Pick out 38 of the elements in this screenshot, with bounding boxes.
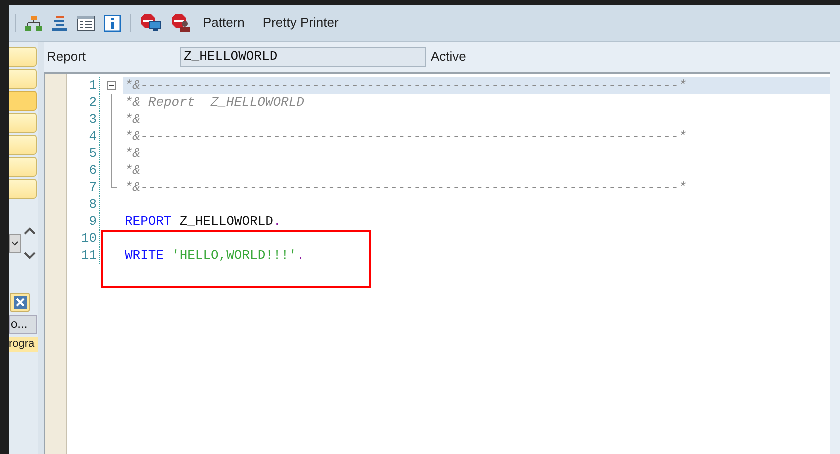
close-icon <box>14 296 26 309</box>
collapse-icon[interactable] <box>107 81 116 90</box>
line-number: 9 <box>88 213 98 230</box>
code-line: *& Report Z_HELLOWORLD <box>124 94 306 111</box>
info-icon[interactable] <box>104 14 121 32</box>
dropdown-button[interactable] <box>9 234 21 253</box>
toolbar-button[interactable]: Pretty Printer <box>262 13 339 33</box>
report-name-field[interactable]: Z_HELLOWORLD <box>180 47 426 67</box>
stop-sign-person-icon[interactable] <box>171 14 191 32</box>
line-number: 11 <box>80 247 98 264</box>
line-number: 7 <box>88 179 98 196</box>
stop-sign-monitor-icon[interactable] <box>140 14 162 32</box>
code-line: *& <box>124 145 142 162</box>
hierarchy-icon[interactable] <box>25 14 42 32</box>
code-line: *&---------------------------------------------------------------------* <box>124 128 688 145</box>
close-button[interactable] <box>10 293 30 312</box>
caret-icon <box>12 241 18 246</box>
line-number: 10 <box>80 230 98 247</box>
truncated-button[interactable]: o... <box>9 315 37 334</box>
line-number: 2 <box>88 94 98 111</box>
code-line: *& <box>124 111 142 128</box>
form-icon[interactable] <box>77 16 95 30</box>
scroll-arrows-icon[interactable] <box>24 226 36 262</box>
toolbar-button[interactable]: Pattern <box>203 13 245 33</box>
code-line: *& <box>124 162 142 179</box>
truncated-label[interactable]: rogra <box>9 337 38 352</box>
code-line: REPORT Z_HELLOWORLD. <box>124 213 282 230</box>
text-lines-icon[interactable] <box>51 14 68 32</box>
code-line: WRITE 'HELLO,WORLD!!!'. <box>124 247 306 264</box>
line-number: 5 <box>88 145 98 162</box>
line-number: 6 <box>88 162 98 179</box>
code-line: *&---------------------------------------------------------------------* <box>124 179 688 196</box>
status-text: Active <box>431 48 466 66</box>
line-number: 3 <box>88 111 98 128</box>
line-number: 8 <box>88 196 98 213</box>
report-label: Report <box>47 48 88 66</box>
line-number: 4 <box>88 128 98 145</box>
line-number: 1 <box>88 77 98 94</box>
